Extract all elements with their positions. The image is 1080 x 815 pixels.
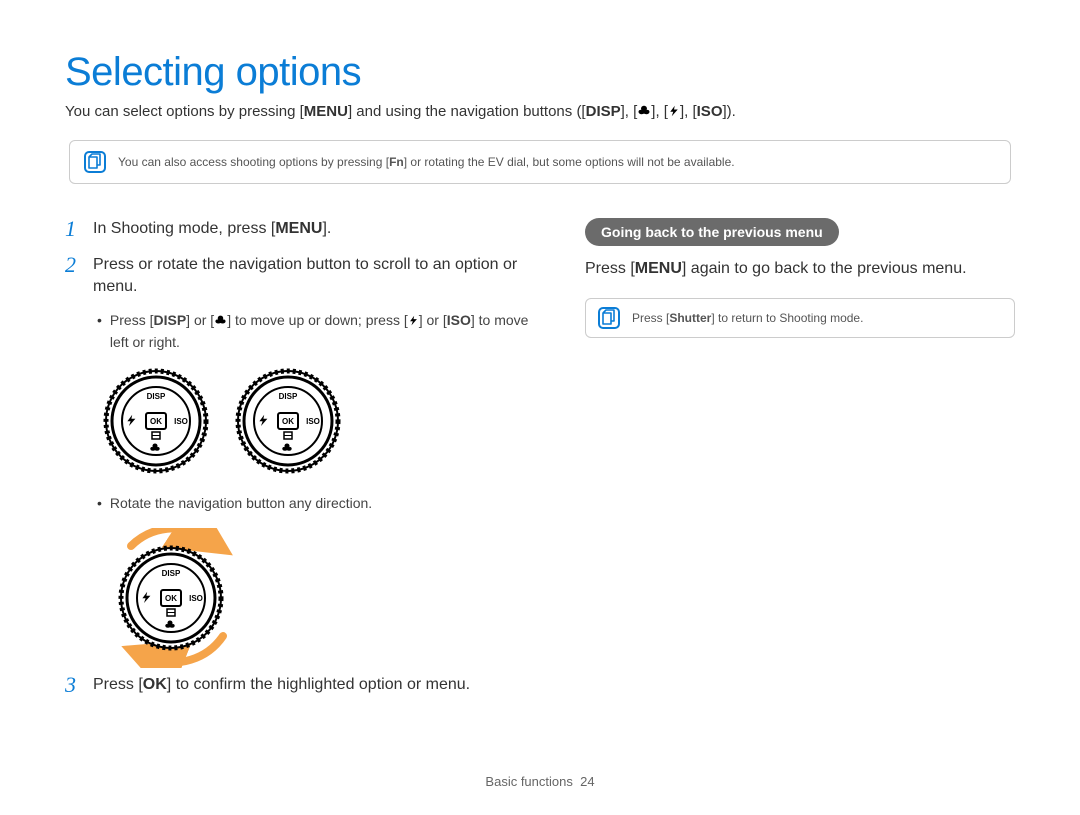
dial-row-updown-leftright [101, 366, 535, 476]
page-footer: Basic functions 24 [0, 774, 1080, 789]
footer-label: Basic functions [485, 774, 572, 789]
text: ] or [ [186, 312, 214, 328]
menu-key: MENU [304, 103, 348, 120]
section-pill: Going back to the previous menu [585, 218, 839, 246]
disp-key: DISP [153, 312, 186, 328]
text: You can select options by pressing [ [65, 103, 304, 120]
text: ] again to go back to the previous menu. [682, 260, 967, 277]
note-text: Press [Shutter] to return to Shooting mo… [632, 310, 863, 327]
menu-key: MENU [635, 260, 682, 277]
disp-key: DISP [586, 103, 621, 120]
step-3: 3 Press [OK] to confirm the highlighted … [65, 674, 535, 696]
left-column: 1 In Shooting mode, press [MENU]. 2 Pres… [65, 218, 535, 710]
note-icon [598, 307, 620, 329]
step-body: In Shooting mode, press [MENU]. [93, 218, 331, 240]
intro-text: You can select options by pressing [MENU… [65, 103, 1015, 122]
text: Press [ [585, 260, 635, 277]
text: In Shooting mode, press [ [93, 220, 275, 237]
shutter-key: Shutter [669, 311, 711, 325]
step-number: 3 [65, 674, 83, 696]
text: ] to return to Shooting mode. [711, 311, 863, 325]
right-column: Going back to the previous menu Press [M… [585, 218, 1015, 710]
text: ] and using the navigation buttons ([ [348, 103, 586, 120]
step-number: 1 [65, 218, 83, 240]
note-box: You can also access shooting options by … [69, 140, 1011, 184]
step-body: Press [OK] to confirm the highlighted op… [93, 674, 470, 696]
page-title: Selecting options [65, 50, 1015, 95]
iso-key: ISO [447, 312, 471, 328]
text: ] to move up or down; press [ [227, 312, 408, 328]
flash-icon [668, 104, 680, 122]
flash-icon [408, 313, 419, 333]
text: Press [ [110, 312, 154, 328]
text: ]. [322, 220, 331, 237]
nav-dial-vertical [101, 366, 211, 476]
step-1: 1 In Shooting mode, press [MENU]. [65, 218, 535, 240]
ok-key: OK [143, 676, 167, 693]
note-icon [84, 151, 106, 173]
footer-page: 24 [580, 774, 594, 789]
text: ], [ [621, 103, 638, 120]
right-text: Press [MENU] again to go back to the pre… [585, 260, 1015, 278]
text: ] or rotating the EV dial, but some opti… [404, 155, 735, 169]
macro-icon [214, 313, 227, 333]
iso-key: ISO [697, 103, 723, 120]
bullet-item: Press [DISP] or [] to move up or down; p… [97, 311, 535, 352]
fn-key: Fn [389, 155, 404, 169]
step-2: 2 Press or rotate the navigation button … [65, 254, 535, 297]
text: Press [ [93, 676, 143, 693]
nav-dial-horizontal [233, 366, 343, 476]
step-body: Press or rotate the navigation button to… [93, 254, 535, 297]
text: ] to confirm the highlighted option or m… [167, 676, 470, 693]
note-box: Press [Shutter] to return to Shooting mo… [585, 298, 1015, 338]
text: You can also access shooting options by … [118, 155, 389, 169]
nav-dial-rotate [101, 528, 241, 658]
note-text: You can also access shooting options by … [118, 154, 735, 171]
menu-key: MENU [275, 220, 322, 237]
text: Rotate the navigation button any directi… [110, 494, 372, 514]
text: ]). [722, 103, 735, 120]
text: ] or [ [419, 312, 447, 328]
text: Press [ [632, 311, 669, 325]
step-number: 2 [65, 254, 83, 297]
macro-icon [637, 104, 651, 122]
bullet-item: Rotate the navigation button any directi… [97, 494, 535, 514]
text: ], [ [680, 103, 697, 120]
text: ], [ [651, 103, 668, 120]
